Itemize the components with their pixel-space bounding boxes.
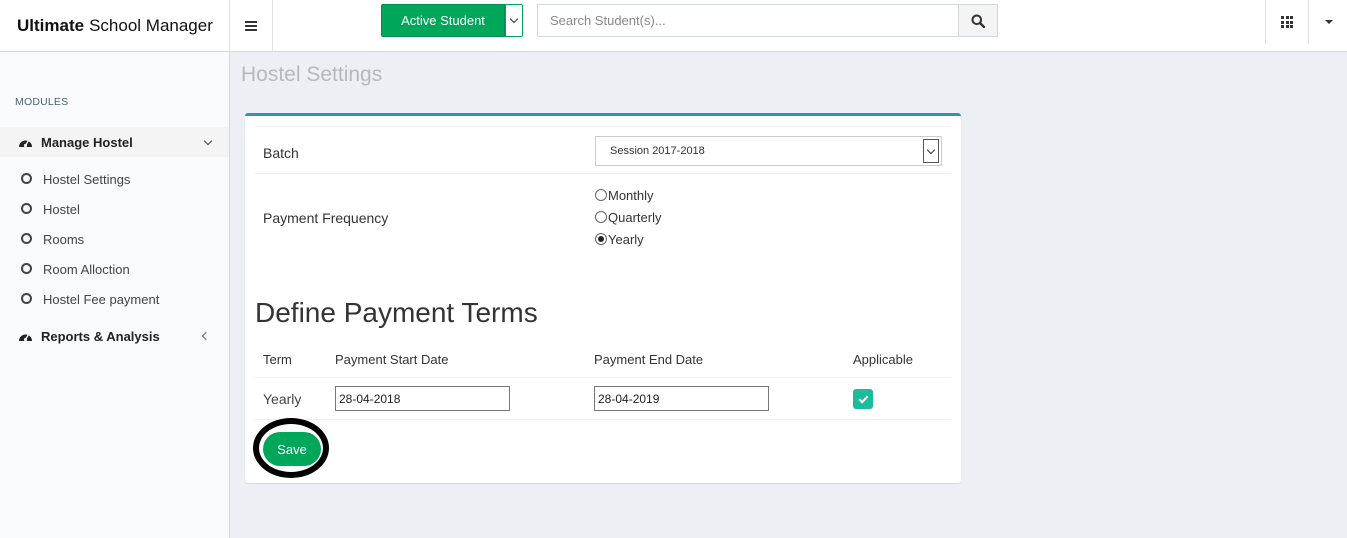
circle-icon [21,293,32,304]
column-header-term: Term [263,352,292,367]
payment-frequency-label: Payment Frequency [263,210,389,226]
sidebar-item-label: Manage Hostel [41,134,133,150]
sidebar-item-reports[interactable]: Reports & Analysis [0,321,229,351]
hamburger-icon [245,20,257,31]
divider [255,173,951,174]
radio-label: Yearly [608,231,644,247]
sidebar-item-rooms[interactable]: Rooms [0,224,229,254]
payment-end-date-input[interactable] [594,386,769,411]
column-header-start-date: Payment Start Date [335,352,449,367]
sidebar-item-label: Hostel [43,201,80,217]
batch-select[interactable]: Session 2017-2018 [595,136,942,166]
sidebar-item-hostel-fee-payment[interactable]: Hostel Fee payment [0,284,229,314]
circle-icon [21,233,32,244]
divider [255,126,951,127]
top-navbar: Ultimate School Manager Active Student [0,0,1347,52]
radio-monthly[interactable]: Monthly [595,186,654,204]
caret-down-icon [1325,20,1333,24]
search-input[interactable] [537,4,959,37]
radio-button-selected[interactable] [595,233,607,245]
radio-label: Quarterly [608,209,662,225]
circle-icon [21,203,32,214]
column-header-end-date: Payment End Date [594,352,704,367]
app-logo[interactable]: Ultimate School Manager [0,0,230,51]
sidebar-item-label: Hostel Fee payment [43,291,160,307]
applicable-checkbox[interactable] [853,389,873,409]
term-cell: Yearly [263,391,302,407]
brand-bold: Ultimate [17,15,85,35]
sidebar-item-label: Hostel Settings [43,171,131,187]
sidebar-item-label: Room Alloction [43,261,130,277]
grid-icon [1281,16,1293,28]
batch-select-value: Session 2017-2018 [610,145,705,157]
sidebar-item-hostel-settings[interactable]: Hostel Settings [0,164,229,194]
chevron-down-icon [923,139,939,163]
batch-label: Batch [263,145,299,161]
chevron-down-icon [203,136,213,145]
sidebar-item-room-allocation[interactable]: Room Alloction [0,254,229,284]
circle-icon [21,263,32,274]
divider [255,377,951,378]
brand-rest: School Manager [89,15,213,35]
sidebar-item-hostel[interactable]: Hostel [0,194,229,224]
sidebar-item-label: Rooms [43,231,85,247]
dashboard-gauge-icon [19,140,32,148]
search-button[interactable] [958,4,998,37]
sidebar: MODULES Manage Hostel Hostel Settings Ho… [0,52,230,538]
column-header-applicable: Applicable [853,352,913,367]
modules-heading: MODULES [15,96,69,108]
circle-icon [21,173,32,184]
save-button[interactable]: Save [263,432,321,466]
chevron-left-icon [201,331,211,341]
sidebar-item-manage-hostel[interactable]: Manage Hostel [0,127,229,157]
section-heading: Define Payment Terms [255,297,538,328]
radio-button[interactable] [595,211,607,223]
search-icon [971,14,985,28]
radio-button[interactable] [595,189,607,201]
radio-quarterly[interactable]: Quarterly [595,208,661,226]
page-title: Hostel Settings [241,63,383,86]
user-menu-toggle[interactable] [1318,14,1340,30]
apps-menu-button[interactable] [1265,0,1309,44]
divider [255,419,951,420]
active-student-button[interactable]: Active Student [381,4,505,37]
payment-start-date-input[interactable] [335,386,510,411]
chevron-down-icon [509,14,519,24]
radio-yearly[interactable]: Yearly [595,230,644,248]
hostel-settings-panel: Batch Session 2017-2018 Payment Frequenc… [245,113,961,483]
dashboard-gauge-icon [19,334,32,342]
active-student-dropdown-toggle[interactable] [505,4,523,37]
sidebar-item-label: Reports & Analysis [41,328,160,344]
radio-label: Monthly [608,187,654,203]
check-icon [858,393,868,403]
sidebar-toggle-button[interactable] [230,0,273,51]
